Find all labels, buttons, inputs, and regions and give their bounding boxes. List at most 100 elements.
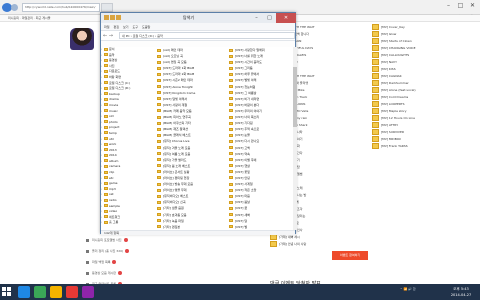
folder-icon — [229, 176, 233, 180]
folder-icon — [157, 103, 161, 107]
music-list-item[interactable]: [MV] 12 Hours On Line — [372, 115, 472, 122]
address-bar: ← → 내 PC › 로컬 디스크 (D:) › 음악 — [101, 31, 295, 41]
menu-edit[interactable]: 편집 — [114, 23, 120, 31]
music-list-item[interactable]: [MV] Cover_Kay — [372, 24, 472, 31]
file-item-label: [라이브] 방송 무대 모음 — [163, 182, 194, 187]
music-list-item[interactable]: [MV] DarkSummer — [372, 80, 472, 87]
music-list-item[interactable]: [MV] Glow — [372, 31, 472, 38]
tree-item-label: 2013 — [109, 147, 117, 152]
menu-view[interactable]: 보기 — [123, 23, 129, 31]
minimize-button[interactable]: – — [444, 2, 453, 10]
tree-item-label: sample — [109, 203, 120, 208]
folder-icon — [104, 142, 108, 146]
file-item-label: [OST] 시즌2 메인 테마 — [163, 78, 193, 83]
folder-icon — [157, 97, 161, 101]
taskbar-chat-icon[interactable] — [34, 286, 46, 298]
window-close-button[interactable]: ✕ — [276, 13, 296, 23]
tree-item-label: clip — [109, 170, 115, 175]
folder-icon — [104, 103, 108, 107]
event-button[interactable]: 이벤트 참여하기 — [332, 251, 368, 260]
file-item-label: [OST] 사랑의 계절 — [163, 102, 188, 107]
folder-icon — [104, 148, 108, 152]
forward-button[interactable] — [11, 4, 18, 11]
menu-tools[interactable]: 도구 — [133, 23, 139, 31]
music-list-item[interactable]: [가제] 안녕 나의 사랑 — [270, 241, 370, 248]
folder-icon — [104, 181, 108, 185]
file-item-label: [OST] 너의 목소리 — [235, 115, 260, 120]
nav-arrows-icon[interactable]: ← → — [103, 33, 117, 39]
taskbar-app-icon[interactable] — [82, 286, 94, 298]
folder-icon — [157, 78, 161, 82]
music-list-item[interactable]: [MV] CALLOUGHTS — [372, 52, 472, 59]
folder-icon — [104, 97, 108, 101]
folder-icon — [229, 139, 233, 143]
menu-file[interactable]: 파일 — [104, 23, 110, 31]
folder-icon — [229, 182, 233, 186]
close-button[interactable]: ✕ — [468, 2, 477, 10]
browser-tab[interactable] — [101, 3, 113, 12]
list-item[interactable]: 파일 백업 목록 — [84, 257, 204, 268]
taskbar-ie-icon[interactable] — [18, 286, 30, 298]
taskbar-media-icon[interactable] — [66, 286, 78, 298]
folder-icon — [157, 176, 161, 180]
file-item-label: [OST] 첫눈처럼 — [235, 84, 256, 89]
url-field[interactable]: http://cyworld.nate.com/hub/b10000476/ma… — [22, 3, 100, 12]
music-list-item[interactable]: [MV] Starts of Clown — [372, 38, 472, 45]
music-list-item[interactable]: [MV] ATTRY — [372, 122, 472, 129]
explorer-window[interactable]: 탐색기 – □ ✕ 파일 편집 보기 도구 도움말 ← → 내 PC › 로컬 … — [100, 12, 297, 235]
avatar[interactable] — [70, 28, 94, 50]
menu-help[interactable]: 도움말 — [142, 23, 150, 31]
file-item-label: [OST] 눈물 — [235, 133, 250, 138]
folder-icon — [157, 115, 161, 119]
music-list-item[interactable]: [MV] Frank TARSS — [372, 143, 472, 150]
folder-icon — [157, 72, 161, 76]
window-menu-bar: 파일 편집 보기 도구 도움말 — [101, 23, 295, 31]
taskbar-folder-icon[interactable] — [50, 286, 62, 298]
music-list-item[interactable]: [MV] Maple story — [372, 108, 472, 115]
music-list-item[interactable]: [MV] LOOPERTS — [372, 101, 472, 108]
folder-icon — [229, 146, 233, 149]
folder-icon[interactable] — [116, 15, 121, 20]
folder-icon[interactable] — [104, 15, 109, 20]
folder-icon — [104, 209, 108, 213]
address-path[interactable]: 내 PC › 로컬 디스크 (D:) › 음악 — [119, 32, 295, 39]
folder-icon — [157, 133, 161, 137]
file-item-label: [OST] 작은 소망 — [235, 188, 257, 193]
file-item[interactable]: [기타] 편집본 — [157, 224, 219, 230]
music-list-item[interactable]: [MV] Cold Dreams — [372, 94, 472, 101]
window-titlebar[interactable]: 탐색기 – □ ✕ — [101, 13, 296, 23]
tree-item[interactable]: › 홈 그룹 — [101, 220, 155, 226]
music-list-item[interactable]: [MV] MIDBOX — [372, 136, 472, 143]
file-item-label: [OST] 시간이 흘러도 — [235, 60, 262, 65]
scroll-thumb[interactable] — [293, 67, 297, 127]
maximize-button[interactable]: □ — [456, 2, 465, 10]
folder-icon — [157, 194, 161, 198]
system-tray[interactable]: ^ 📶 🔊 한 — [400, 287, 440, 297]
window-minimize-button[interactable]: – — [250, 13, 263, 23]
folder-icon[interactable] — [110, 15, 115, 20]
folder-icon — [157, 206, 161, 210]
music-list-item[interactable]: [MV] NAVY — [372, 59, 472, 66]
music-list-item[interactable]: [가제] 새벽 세시 — [270, 234, 370, 241]
file-item-label: [뮤직비디오] 신곡 — [163, 200, 186, 205]
music-list-item[interactable]: [MV] KISS — [372, 66, 472, 73]
folder-icon — [229, 200, 233, 204]
file-item-label: [라이브] 앵콜 무대 — [163, 188, 187, 193]
folder-icon — [229, 78, 233, 82]
music-list-item[interactable]: [MV] SURVIVED — [372, 129, 472, 136]
vertical-scrollbar[interactable] — [293, 47, 297, 230]
folder-icon — [229, 133, 233, 137]
window-maximize-button[interactable]: □ — [263, 13, 276, 23]
start-button[interactable] — [2, 287, 12, 297]
music-list-item[interactable]: [MV] Alone (feat.vocal) — [372, 87, 472, 94]
list-item[interactable]: 동영상 모음 게시판 — [84, 268, 204, 279]
folder-icon — [229, 121, 233, 125]
file-item[interactable]: [OST] 별 — [229, 224, 297, 230]
list-item[interactable]: 폴더 정리 (총 사진 320) — [84, 246, 204, 257]
music-list-item[interactable]: [MV] CHANGING VOICE — [372, 45, 472, 52]
file-item-label: [OST] 마음 — [235, 194, 250, 199]
list-item[interactable]: 미니홈피 포토앨범 사진 — [84, 235, 204, 246]
clock[interactable]: 오후 5:43 2014-04-27 — [445, 286, 477, 298]
music-list-item[interactable]: [MV] CAGNAK — [372, 73, 472, 80]
folder-icon — [104, 204, 108, 208]
